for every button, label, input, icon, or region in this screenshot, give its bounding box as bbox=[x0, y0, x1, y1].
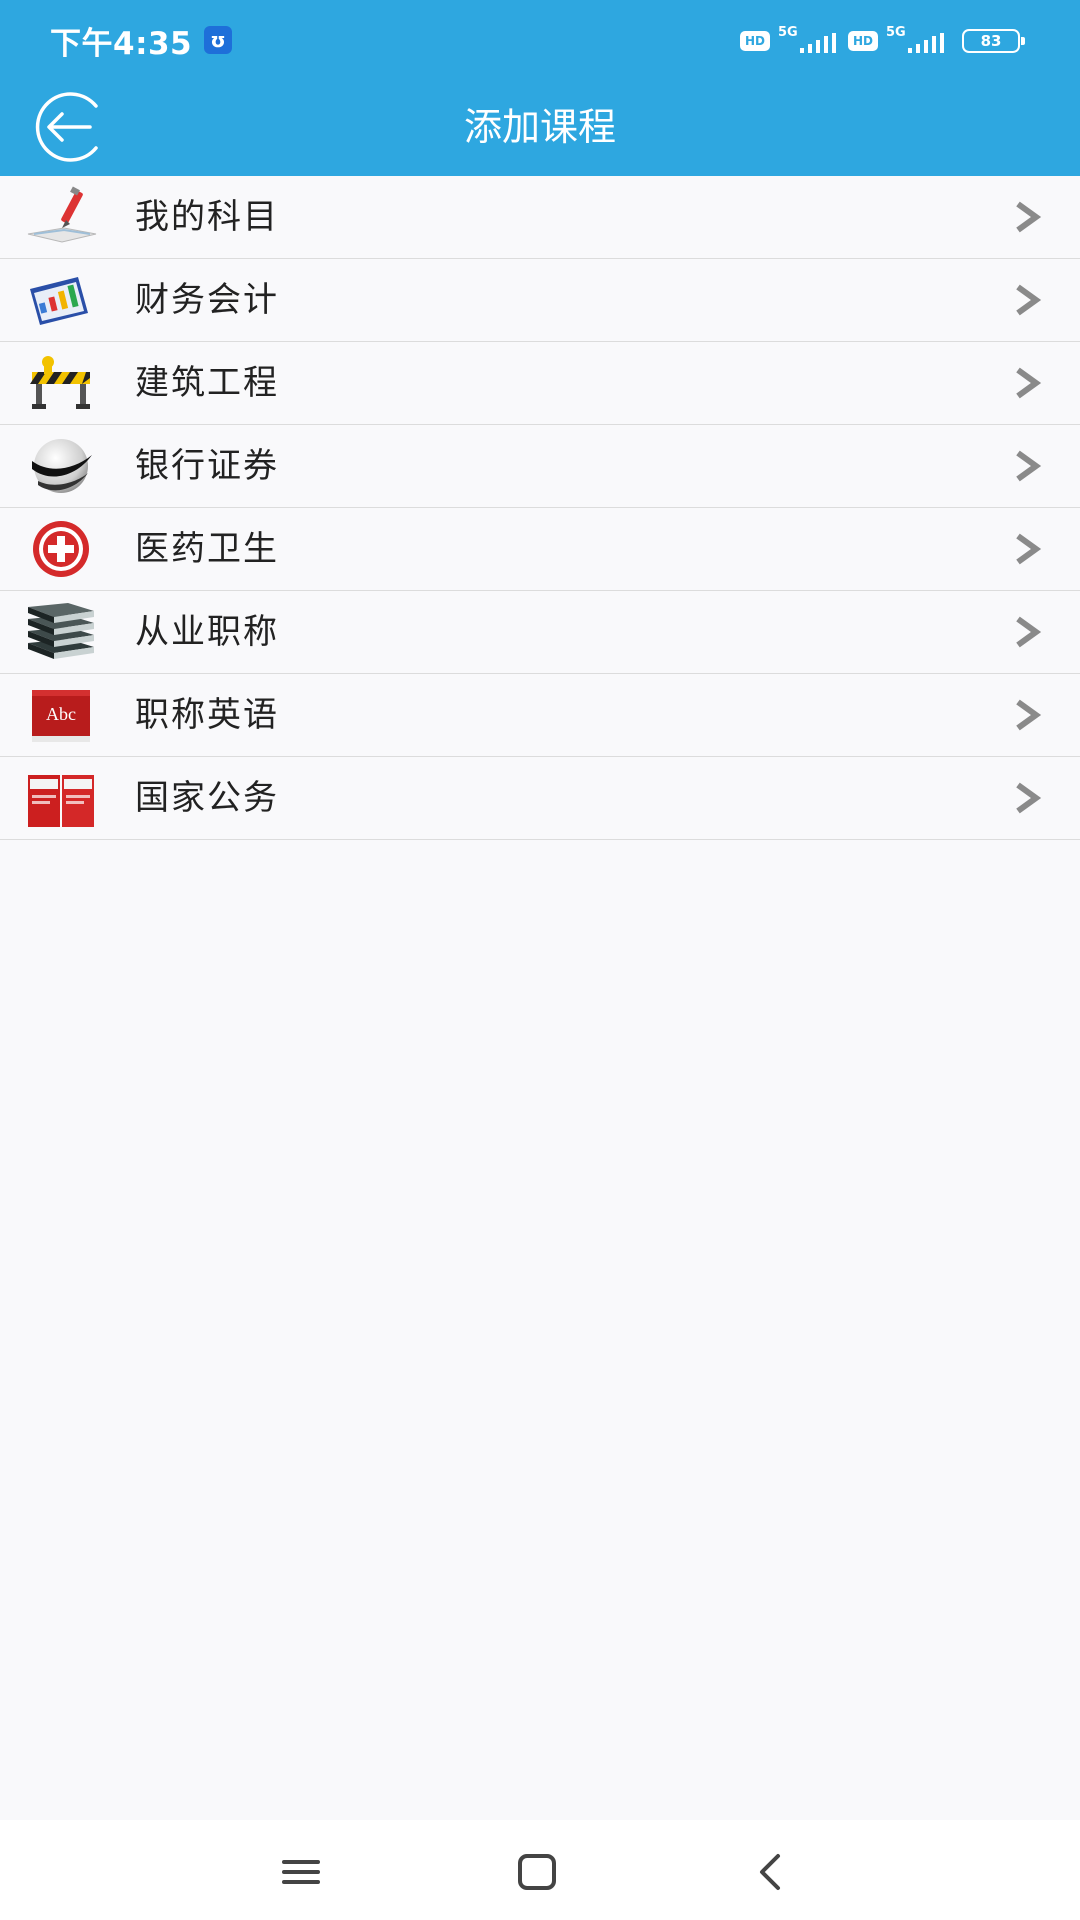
network-type-label: 5G bbox=[778, 25, 798, 40]
home-icon[interactable] bbox=[507, 1850, 567, 1894]
signal-bars-icon bbox=[800, 33, 836, 53]
signal-bars-icon bbox=[908, 33, 944, 53]
header: 添加课程 bbox=[0, 78, 1080, 176]
back-icon[interactable] bbox=[742, 1850, 802, 1894]
signal-group-2: 5G bbox=[886, 25, 948, 57]
course-category-list: 我的科目 财务会计 建筑工程 银行证券 医药卫生 从业职称 Abc 职称英语 国… bbox=[0, 176, 1080, 840]
list-item-label: 从业职称 bbox=[135, 612, 279, 652]
list-item-label: 医药卫生 bbox=[135, 529, 279, 569]
list-item-banking-securities[interactable]: 银行证券 bbox=[0, 425, 1080, 508]
list-item-label: 国家公务 bbox=[135, 778, 279, 818]
list-item-label: 建筑工程 bbox=[135, 363, 279, 403]
system-nav-bar bbox=[0, 1820, 1080, 1920]
construction-barrier-icon bbox=[30, 356, 90, 409]
page-title: 添加课程 bbox=[463, 105, 616, 149]
status-time: 下午4:35 bbox=[50, 26, 193, 62]
chevron-right-icon bbox=[1016, 450, 1042, 482]
chevron-right-icon bbox=[1016, 699, 1042, 731]
status-indicators: HD 5G HD 5G 83 bbox=[740, 24, 1025, 58]
top-bar: 下午4:35 ʊ HD 5G HD 5G 83 添加课程 bbox=[0, 0, 1080, 176]
list-item-professional-titles[interactable]: 从业职称 bbox=[0, 591, 1080, 674]
abc-book-icon: Abc bbox=[32, 690, 90, 742]
list-item-finance-accounting[interactable]: 财务会计 bbox=[0, 259, 1080, 342]
abc-book-text: Abc bbox=[46, 704, 76, 724]
chevron-right-icon bbox=[1016, 201, 1042, 233]
list-item-civil-service[interactable]: 国家公务 bbox=[0, 757, 1080, 840]
list-item-label: 财务会计 bbox=[135, 280, 279, 320]
list-item-label: 职称英语 bbox=[135, 695, 279, 735]
chevron-right-icon bbox=[1016, 782, 1042, 814]
screen: 下午4:35 ʊ HD 5G HD 5G 83 添加课程 我的科目 财务会计 建… bbox=[0, 0, 1080, 1920]
red-books-icon bbox=[28, 775, 94, 827]
list-item-label: 银行证券 bbox=[135, 446, 279, 486]
list-item-label: 我的科目 bbox=[135, 197, 279, 237]
hd-icon: HD bbox=[740, 31, 770, 51]
battery-icon: 83 bbox=[962, 29, 1025, 53]
chevron-right-icon bbox=[1016, 616, 1042, 648]
notification-app-icon: ʊ bbox=[204, 26, 232, 54]
chevron-right-icon bbox=[1016, 533, 1042, 565]
back-arrow-circle-icon[interactable] bbox=[26, 92, 110, 162]
signal-group-1: 5G bbox=[778, 25, 840, 57]
swoosh-globe-icon bbox=[32, 439, 92, 493]
list-item-medicine-health[interactable]: 医药卫生 bbox=[0, 508, 1080, 591]
chevron-right-icon bbox=[1016, 284, 1042, 316]
network-type-label: 5G bbox=[886, 25, 906, 40]
chevron-right-icon bbox=[1016, 367, 1042, 399]
book-stack-icon bbox=[28, 603, 94, 659]
list-item-construction-engineering[interactable]: 建筑工程 bbox=[0, 342, 1080, 425]
list-item-professional-english[interactable]: Abc 职称英语 bbox=[0, 674, 1080, 757]
finance-chart-icon bbox=[30, 277, 88, 325]
pen-notebook-icon bbox=[27, 186, 97, 243]
menu-icon[interactable] bbox=[270, 1850, 330, 1894]
list-item-my-subjects[interactable]: 我的科目 bbox=[0, 176, 1080, 259]
hd-icon: HD bbox=[848, 31, 878, 51]
medical-cross-icon bbox=[33, 521, 89, 577]
status-bar: 下午4:35 ʊ HD 5G HD 5G 83 bbox=[0, 0, 1080, 78]
